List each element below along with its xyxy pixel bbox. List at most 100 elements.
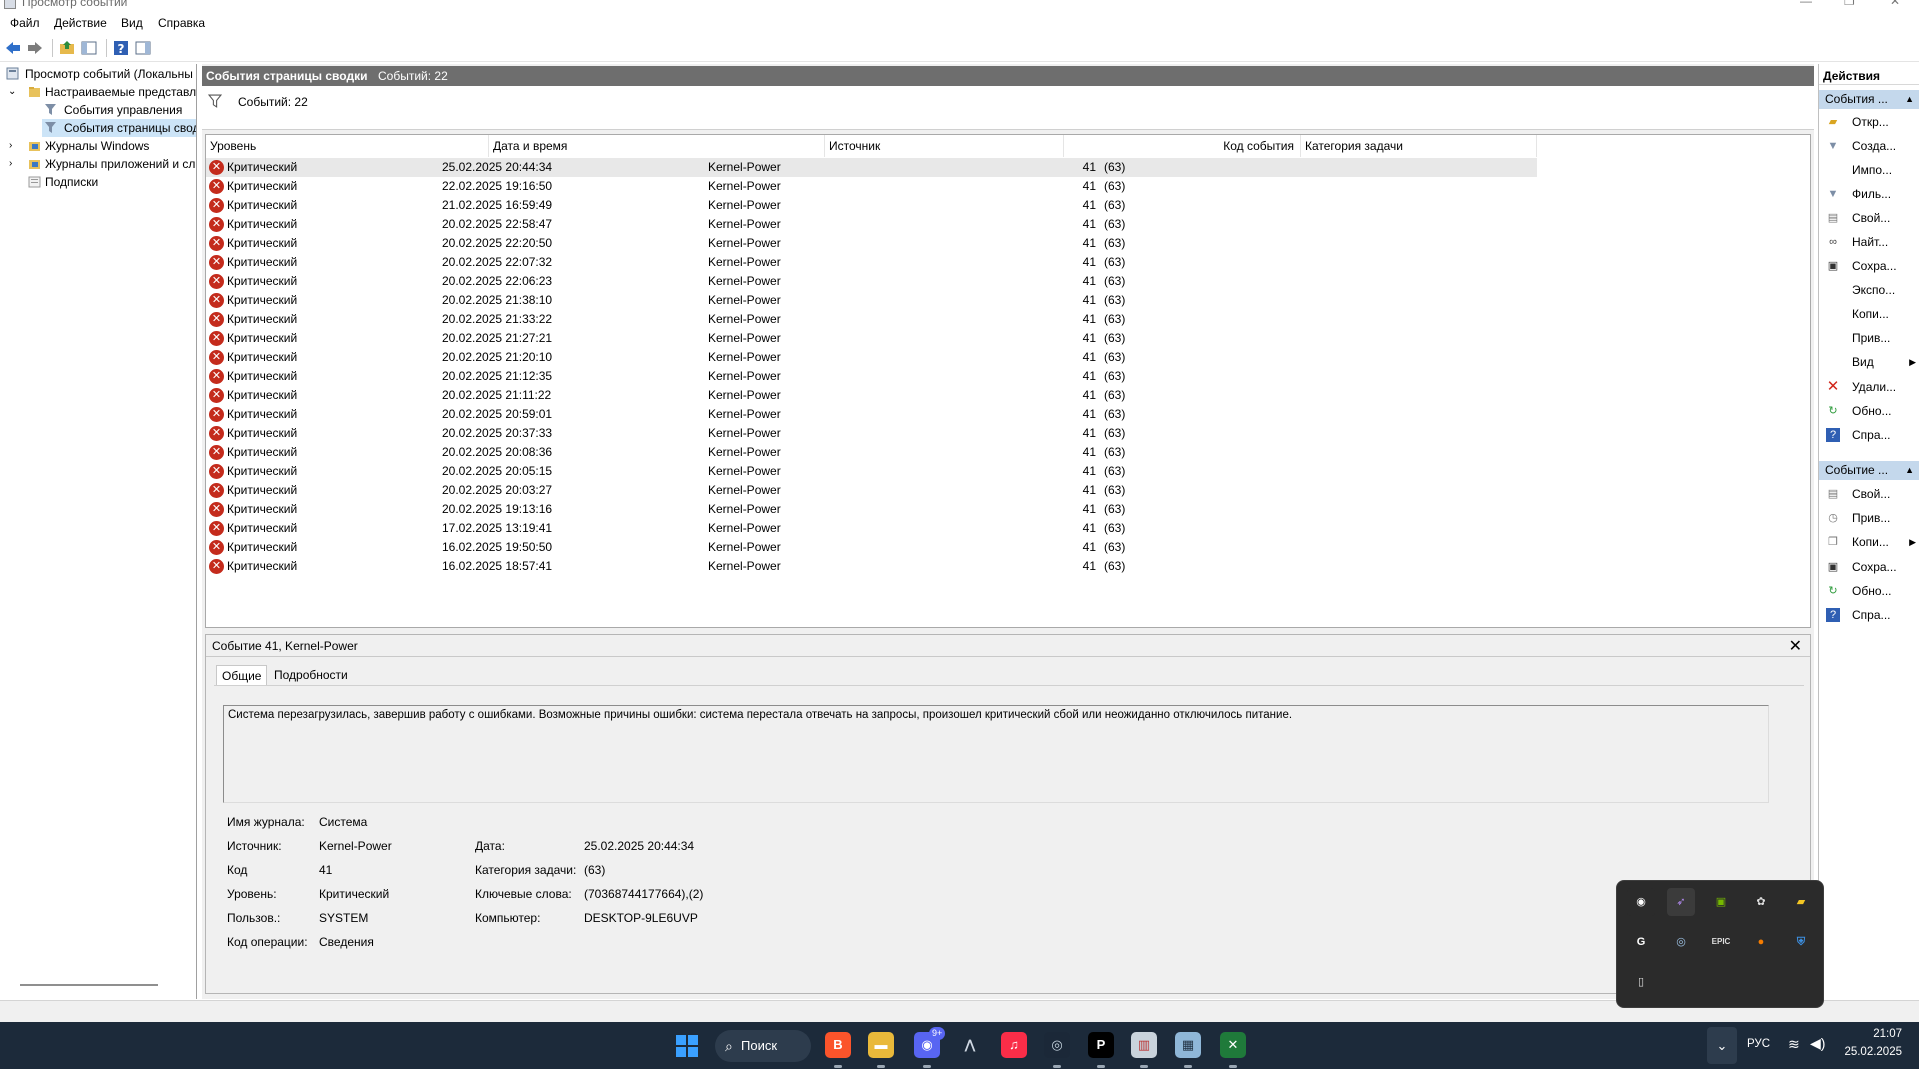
action-attach[interactable]: Прив... bbox=[1819, 328, 1919, 348]
orange-app-tray-icon[interactable]: ● bbox=[1747, 928, 1775, 956]
maximize-button[interactable]: ❐ bbox=[1844, 0, 1855, 8]
table-row[interactable]: ✕ Критический 20.02.2025 21:12:35 Kernel-Po… bbox=[206, 367, 1537, 386]
chevron-down-icon[interactable]: ⌄ bbox=[8, 83, 16, 101]
chatgpt-tray-icon[interactable]: ✿ bbox=[1747, 888, 1775, 916]
table-row[interactable]: ✕ Критический 20.02.2025 22:07:32 Kernel-Po… bbox=[206, 253, 1537, 272]
tree-horizontal-scrollbar[interactable] bbox=[20, 984, 158, 986]
xbox-icon[interactable]: ✕ bbox=[1220, 1032, 1246, 1058]
app-tray-icon[interactable]: ▰ bbox=[1787, 888, 1815, 916]
action-refresh[interactable]: ↻ Обно... bbox=[1819, 401, 1919, 421]
defender-warning-tray-icon[interactable]: ⛨ bbox=[1787, 928, 1815, 956]
chevron-up-tray-button[interactable]: ⌄ bbox=[1707, 1027, 1737, 1064]
clock-time[interactable]: 21:07 bbox=[1858, 1028, 1902, 1040]
back-arrow-icon[interactable] bbox=[4, 39, 22, 57]
actions-section-event[interactable]: Событие ... ▲ bbox=[1819, 461, 1919, 480]
menu-file[interactable]: Файл bbox=[10, 16, 40, 30]
action-event-properties[interactable]: ▤ Свой... bbox=[1819, 484, 1919, 504]
tree-item-custom-views[interactable]: ⌄ Настраиваемые представле bbox=[6, 83, 196, 101]
show-hide-tree-icon[interactable] bbox=[80, 39, 98, 57]
action-event-refresh[interactable]: ↻ Обно... bbox=[1819, 581, 1919, 601]
windows-start-icon[interactable] bbox=[675, 1034, 699, 1058]
remote-desktop-icon[interactable]: ▦ bbox=[1175, 1032, 1201, 1058]
action-event-help[interactable]: ? Спра... bbox=[1819, 605, 1919, 625]
taskbar-search-box[interactable]: ⌕ Поиск bbox=[715, 1030, 811, 1062]
chevron-right-icon[interactable]: › bbox=[9, 137, 12, 155]
wifi-icon[interactable]: ≋ bbox=[1788, 1036, 1800, 1053]
chevron-right-icon[interactable]: › bbox=[9, 155, 12, 173]
usb-device-tray-icon[interactable]: ▯ bbox=[1627, 968, 1655, 996]
action-find[interactable]: ∞ Найт... bbox=[1819, 232, 1919, 252]
table-row[interactable]: ✕ Критический 16.02.2025 18:57:41 Kernel-Po… bbox=[206, 557, 1537, 576]
collapse-triangle-icon[interactable]: ▲ bbox=[1905, 90, 1914, 109]
feather-tray-icon[interactable]: ➶ bbox=[1667, 888, 1695, 916]
tab-details[interactable]: Подробности bbox=[269, 665, 353, 685]
show-action-pane-icon[interactable] bbox=[134, 39, 152, 57]
action-save[interactable]: ▣ Сохра... bbox=[1819, 256, 1919, 276]
steam-tray-icon[interactable]: ◎ bbox=[1667, 928, 1695, 956]
volume-icon[interactable]: ◀) bbox=[1810, 1035, 1825, 1052]
discord-tray-icon[interactable]: ◉ bbox=[1627, 888, 1655, 916]
up-folder-icon[interactable] bbox=[58, 39, 76, 57]
action-export[interactable]: Экспо... bbox=[1819, 280, 1919, 300]
file-explorer-icon[interactable]: ▬ bbox=[868, 1032, 894, 1058]
table-row[interactable]: ✕ Критический 20.02.2025 21:27:21 Kernel-Po… bbox=[206, 329, 1537, 348]
action-filter[interactable]: ▼ Филь... bbox=[1819, 184, 1919, 204]
table-row[interactable]: ✕ Критический 17.02.2025 13:19:41 Kernel-Po… bbox=[206, 519, 1537, 538]
tree-item-app-logs[interactable]: › Журналы приложений и сл bbox=[6, 155, 196, 173]
nvidia-tray-icon[interactable]: ▣ bbox=[1707, 888, 1735, 916]
table-row[interactable]: ✕ Критический 20.02.2025 21:20:10 Kernel-Po… bbox=[206, 348, 1537, 367]
table-row[interactable]: ✕ Критический 21.02.2025 16:59:49 Kernel-Po… bbox=[206, 196, 1537, 215]
table-row[interactable]: ✕ Критический 20.02.2025 22:06:23 Kernel-Po… bbox=[206, 272, 1537, 291]
action-event-attach[interactable]: ◷ Прив... bbox=[1819, 508, 1919, 528]
help-icon[interactable]: ? bbox=[112, 39, 130, 57]
column-header-source[interactable]: Источник bbox=[825, 135, 1064, 157]
table-row[interactable]: ✕ Критический 20.02.2025 20:37:33 Kernel-Po… bbox=[206, 424, 1537, 443]
launcher-app-icon[interactable]: ⋀ bbox=[957, 1032, 983, 1058]
close-icon[interactable]: ✕ bbox=[1789, 636, 1802, 656]
table-row[interactable]: ✕ Критический 22.02.2025 19:16:50 Kernel-Po… bbox=[206, 177, 1537, 196]
table-row[interactable]: ✕ Критический 20.02.2025 22:58:47 Kernel-Po… bbox=[206, 215, 1537, 234]
table-row[interactable]: ✕ Критический 20.02.2025 21:38:10 Kernel-Po… bbox=[206, 291, 1537, 310]
table-row[interactable]: ✕ Критический 20.02.2025 21:33:22 Kernel-Po… bbox=[206, 310, 1537, 329]
tree-item-windows-logs[interactable]: › Журналы Windows bbox=[6, 137, 196, 155]
apple-music-icon[interactable]: ♫ bbox=[1001, 1032, 1027, 1058]
action-create[interactable]: ▼ Созда... bbox=[1819, 136, 1919, 156]
minimize-button[interactable]: — bbox=[1800, 0, 1812, 8]
action-event-copy[interactable]: ❐ Копи... ▶ bbox=[1819, 532, 1919, 552]
table-row[interactable]: ✕ Критический 20.02.2025 22:20:50 Kernel-Po… bbox=[206, 234, 1537, 253]
brave-browser-icon[interactable]: B bbox=[825, 1032, 851, 1058]
jetbrains-icon[interactable]: P bbox=[1088, 1032, 1114, 1058]
action-copy[interactable]: Копи... bbox=[1819, 304, 1919, 324]
epic-games-tray-icon[interactable]: EPIC bbox=[1707, 928, 1735, 956]
clock-date[interactable]: 25.02.2025 bbox=[1836, 1046, 1902, 1058]
action-event-save[interactable]: ▣ Сохра... bbox=[1819, 557, 1919, 577]
table-row[interactable]: ✕ Критический 25.02.2025 20:44:34 Kernel-Po… bbox=[206, 158, 1537, 177]
collapse-triangle-icon[interactable]: ▲ bbox=[1905, 461, 1914, 480]
table-row[interactable]: ✕ Критический 20.02.2025 19:13:16 Kernel-Po… bbox=[206, 500, 1537, 519]
column-header-level[interactable]: Уровень bbox=[206, 135, 489, 157]
tree-item-admin-events[interactable]: События управления bbox=[6, 101, 196, 119]
tab-general[interactable]: Общие bbox=[216, 665, 268, 685]
table-row[interactable]: ✕ Критический 20.02.2025 20:08:36 Kernel-Po… bbox=[206, 443, 1537, 462]
notes-app-icon[interactable]: ▥ bbox=[1131, 1032, 1157, 1058]
action-properties[interactable]: ▤ Свой... bbox=[1819, 208, 1919, 228]
actions-section-summary[interactable]: События ... ▲ bbox=[1819, 90, 1919, 109]
tree-item-summary-events[interactable]: События страницы свод bbox=[42, 119, 196, 137]
action-open[interactable]: ▰ Откр... bbox=[1819, 112, 1919, 132]
table-row[interactable]: ✕ Критический 16.02.2025 19:50:50 Kernel-Po… bbox=[206, 538, 1537, 557]
table-row[interactable]: ✕ Критический 20.02.2025 20:03:27 Kernel-Po… bbox=[206, 481, 1537, 500]
column-header-datetime[interactable]: Дата и время bbox=[489, 135, 825, 157]
action-delete[interactable]: ✕ Удали... bbox=[1819, 377, 1919, 397]
steam-icon[interactable]: ◎ bbox=[1044, 1032, 1070, 1058]
menu-view[interactable]: Вид bbox=[121, 16, 143, 30]
column-header-event-id[interactable]: Код события bbox=[1064, 135, 1301, 157]
tree-item-subscriptions[interactable]: Подписки bbox=[6, 173, 196, 191]
column-header-task-category[interactable]: Категория задачи bbox=[1301, 135, 1537, 157]
tree-item-root[interactable]: Просмотр событий (Локальны bbox=[6, 65, 196, 83]
logitech-g-tray-icon[interactable]: G bbox=[1627, 928, 1655, 956]
close-window-button[interactable]: ✕ bbox=[1890, 0, 1900, 8]
forward-arrow-icon[interactable] bbox=[26, 39, 44, 57]
menu-action[interactable]: Действие bbox=[54, 16, 107, 30]
table-row[interactable]: ✕ Критический 20.02.2025 21:11:22 Kernel-Po… bbox=[206, 386, 1537, 405]
action-help[interactable]: ? Спра... bbox=[1819, 425, 1919, 445]
